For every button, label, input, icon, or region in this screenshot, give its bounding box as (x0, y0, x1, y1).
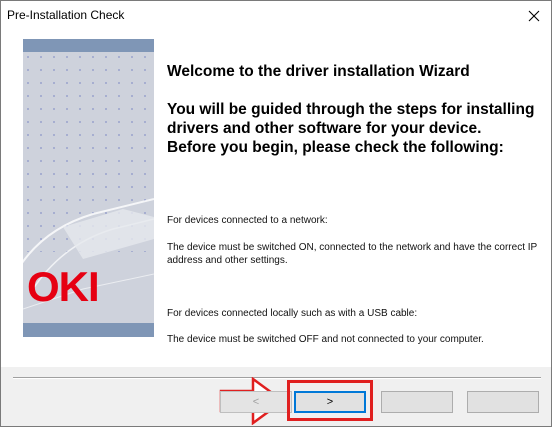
network-requirement: The device must be switched ON, connecte… (167, 242, 538, 266)
close-button[interactable] (519, 1, 549, 30)
back-button[interactable]: < (220, 391, 292, 413)
next-button-highlight (287, 380, 373, 421)
local-label: For devices connected locally such as wi… (167, 308, 418, 319)
guide-text: You will be guided through the steps for… (167, 101, 535, 137)
pre-installation-dialog: Pre-Installation Check OKI Welcome to th… (0, 0, 552, 427)
dialog-button-3[interactable] (381, 391, 453, 413)
welcome-heading: Welcome to the driver installation Wizar… (167, 63, 470, 80)
dialog-button-4[interactable] (467, 391, 539, 413)
guide-heading: You will be guided through the steps for… (167, 100, 539, 157)
printer-illustration: OKI (23, 52, 154, 310)
local-requirement: The device must be switched OFF and not … (167, 334, 484, 345)
before-begin-text: Before you begin, please check the follo… (167, 139, 504, 156)
network-label: For devices connected to a network: (167, 215, 328, 226)
content-area: OKI Welcome to the driver installation W… (1, 30, 551, 367)
oki-logo: OKI (27, 263, 99, 310)
printer-banner-image: OKI (23, 39, 154, 337)
close-icon (528, 10, 540, 21)
window-title: Pre-Installation Check (7, 8, 125, 22)
title-bar: Pre-Installation Check (1, 1, 551, 30)
